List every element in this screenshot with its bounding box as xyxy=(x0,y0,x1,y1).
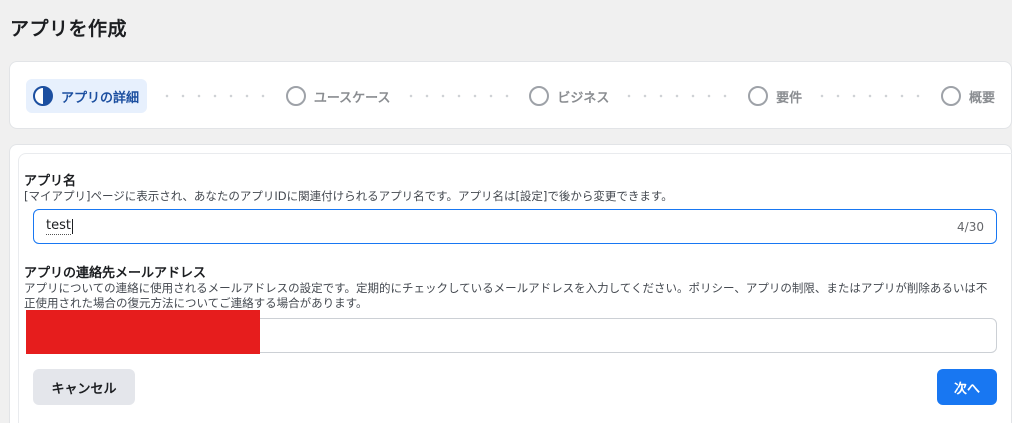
empty-circle-icon xyxy=(285,86,306,106)
char-counter: 4/30 xyxy=(957,219,984,234)
page-title: アプリを作成 xyxy=(10,18,128,40)
step-overview[interactable]: 概要 xyxy=(941,79,995,113)
step-connector xyxy=(814,94,929,98)
step-label: ビジネス xyxy=(557,90,610,106)
text-caret xyxy=(71,219,73,234)
step-label: 概要 xyxy=(969,90,996,106)
empty-circle-icon xyxy=(529,86,550,106)
redaction-block xyxy=(26,310,260,354)
cancel-button[interactable]: キャンセル xyxy=(33,369,135,405)
empty-circle-icon xyxy=(941,86,961,106)
app-name-input[interactable]: test 4/30 xyxy=(33,209,997,244)
step-label: ユースケース xyxy=(313,90,391,106)
next-button[interactable]: 次へ xyxy=(937,369,997,405)
contact-email-description: アプリについての連絡に使用されるメールアドレスの設定です。定期的にチェックしてい… xyxy=(24,281,988,310)
step-business[interactable]: ビジネス xyxy=(529,79,609,113)
half-filled-circle-icon xyxy=(33,86,53,106)
step-label: アプリの詳細 xyxy=(61,90,140,106)
contact-email-label: アプリの連絡先メールアドレス xyxy=(24,266,207,281)
step-requirements[interactable]: 要件 xyxy=(748,79,802,113)
step-connector xyxy=(159,94,274,98)
step-connector xyxy=(621,94,737,98)
stepper-card: アプリの詳細 ユースケース ビジネス 要件 概要 xyxy=(9,61,1012,129)
app-name-value: test xyxy=(46,218,71,235)
step-app-details[interactable]: アプリの詳細 xyxy=(26,79,148,113)
app-name-description: [マイアプリ]ページに表示され、あなたのアプリIDに関連付けられるアプリ名です。… xyxy=(24,189,673,203)
step-connector xyxy=(402,94,518,98)
empty-circle-icon xyxy=(748,86,769,106)
step-use-case[interactable]: ユースケース xyxy=(285,79,391,113)
step-label: 要件 xyxy=(776,90,803,106)
progress-stepper: アプリの詳細 ユースケース ビジネス 要件 概要 xyxy=(26,78,995,114)
app-name-label: アプリ名 xyxy=(24,174,77,189)
